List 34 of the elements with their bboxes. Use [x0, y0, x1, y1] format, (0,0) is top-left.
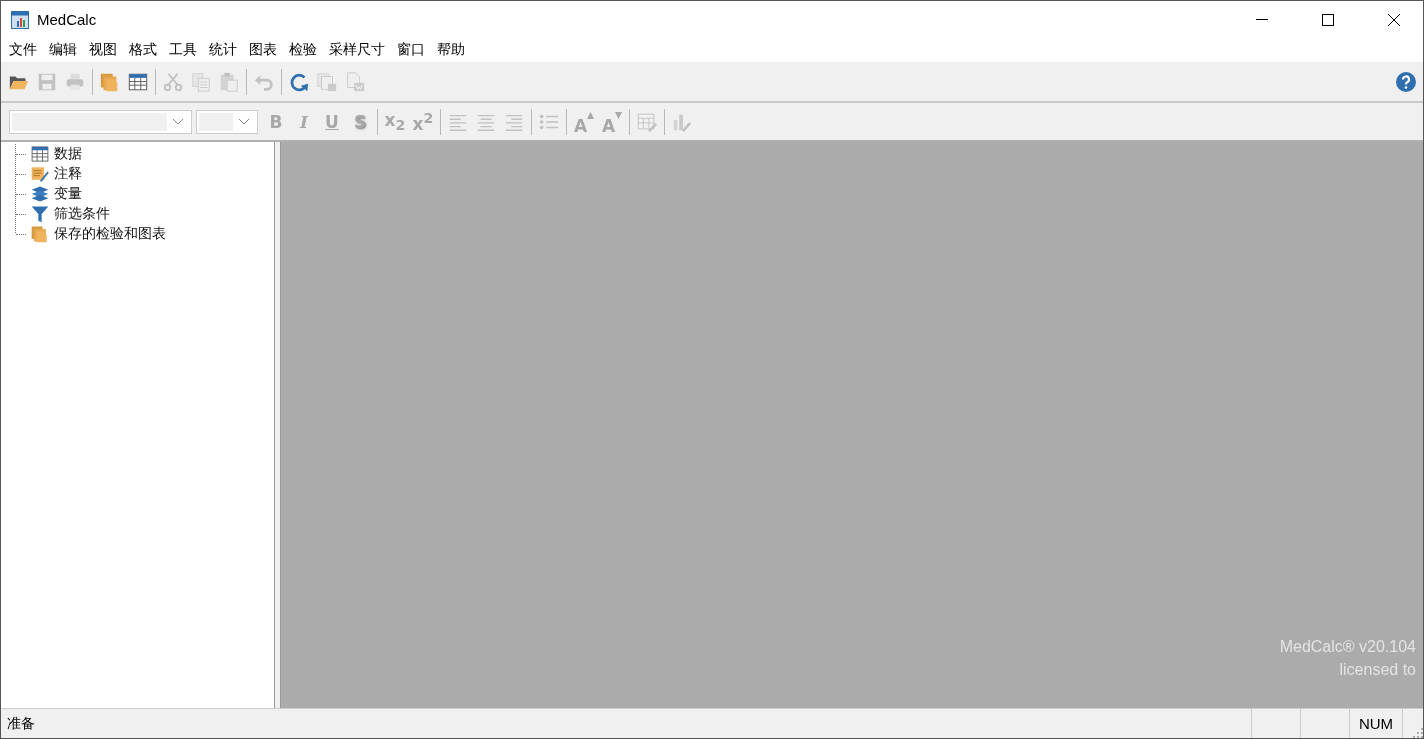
- tree-item[interactable]: 变量: [54, 185, 82, 203]
- menu-item[interactable]: 采样尺寸: [323, 41, 391, 59]
- menu-item[interactable]: 图表: [243, 41, 283, 59]
- chevron-down-icon: [239, 118, 249, 125]
- pages-icon: [30, 224, 50, 244]
- tree-item[interactable]: 数据: [54, 145, 82, 163]
- tree-item[interactable]: 注释: [54, 165, 82, 183]
- menu-item[interactable]: 编辑: [43, 41, 83, 59]
- window-title: MedCalc: [37, 11, 98, 28]
- version-text: licensed to: [1339, 660, 1416, 680]
- menu-item[interactable]: 视图: [83, 41, 123, 59]
- help-icon[interactable]: [1395, 70, 1417, 93]
- tree-item[interactable]: 筛选条件: [54, 205, 110, 223]
- chevron-down-icon: [173, 118, 183, 125]
- triangle-down-icon: [615, 111, 623, 119]
- status-indicator: NUM: [1349, 709, 1402, 738]
- layers-icon: [30, 184, 50, 204]
- menu-item[interactable]: 文件: [3, 41, 43, 59]
- font-name-dropdown[interactable]: [9, 109, 192, 134]
- resize-grip-icon[interactable]: [1413, 728, 1423, 738]
- menu-item[interactable]: 工具: [163, 41, 203, 59]
- notes-icon: [30, 164, 50, 184]
- status-text: 准备: [6, 714, 36, 733]
- menu-item[interactable]: 帮助: [431, 41, 471, 59]
- triangle-up-icon: [587, 111, 595, 119]
- version-text: MedCalc® v20.104: [1279, 637, 1416, 657]
- menu-item[interactable]: 检验: [283, 41, 323, 59]
- menu-item[interactable]: 格式: [123, 41, 163, 59]
- menu-item[interactable]: 统计: [203, 41, 243, 59]
- app-icon: [11, 10, 29, 29]
- menu-item[interactable]: 窗口: [391, 41, 431, 59]
- tree-item[interactable]: 保存的检验和图表: [54, 225, 166, 243]
- font-size-dropdown[interactable]: [196, 109, 258, 134]
- filter-icon: [30, 204, 50, 224]
